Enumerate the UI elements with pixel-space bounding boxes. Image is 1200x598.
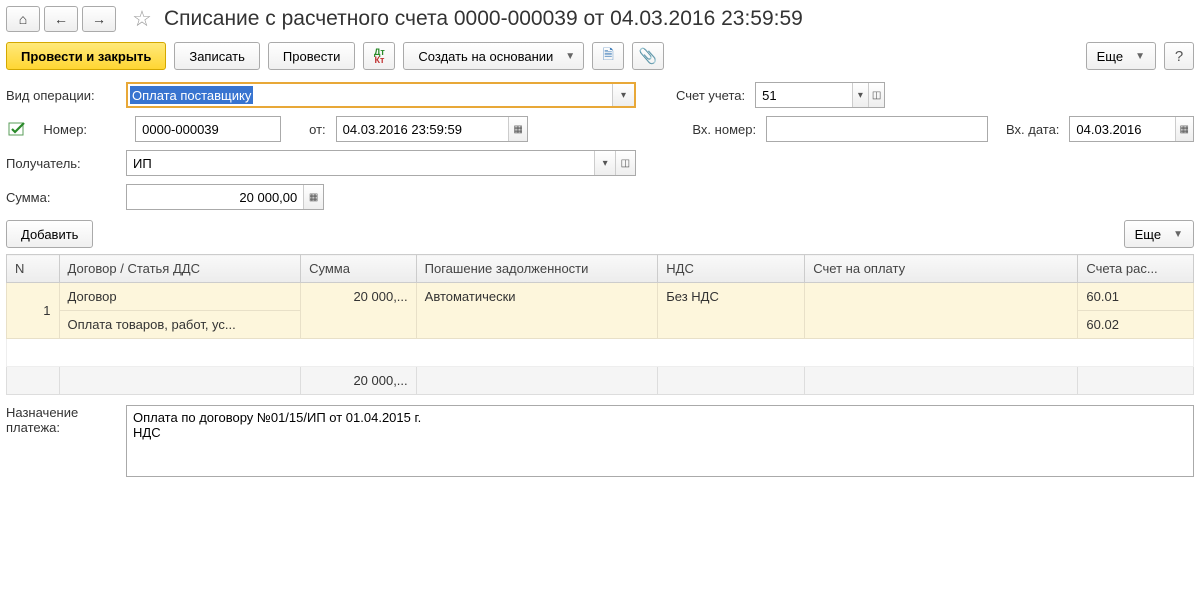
forward-button[interactable]: → bbox=[82, 6, 116, 32]
help-button[interactable]: ? bbox=[1164, 42, 1194, 70]
open-button[interactable]: ◫ bbox=[868, 83, 884, 107]
calendar-icon: ▦ bbox=[1180, 124, 1189, 135]
calendar-icon: ▦ bbox=[513, 124, 522, 135]
col-vat[interactable]: НДС bbox=[658, 255, 805, 283]
document-icon: 🗎 bbox=[603, 44, 614, 68]
cell-sum[interactable]: 20 000,... bbox=[301, 283, 417, 339]
cell-acc-top[interactable]: 60.01 bbox=[1078, 283, 1194, 311]
col-contract[interactable]: Договор / Статья ДДС bbox=[59, 255, 301, 283]
favorite-star-icon[interactable]: ☆ bbox=[130, 7, 154, 31]
account-label: Счет учета: bbox=[676, 88, 745, 103]
date-input[interactable]: ▦ bbox=[336, 116, 529, 142]
in-number-input[interactable] bbox=[766, 116, 988, 142]
chevron-down-icon: ▼ bbox=[565, 51, 575, 62]
cell-repay[interactable]: Автоматически bbox=[416, 283, 658, 339]
in-date-label: Вх. дата: bbox=[1006, 122, 1059, 137]
total-sum: 20 000,... bbox=[301, 367, 417, 395]
paperclip-icon: 📎 bbox=[639, 47, 658, 65]
chevron-down-icon: ▼ bbox=[1173, 229, 1183, 240]
dtkt-icon: ДтКт bbox=[374, 48, 385, 64]
calendar-button[interactable]: ▦ bbox=[508, 117, 528, 141]
operation-type-label: Вид операции: bbox=[6, 88, 116, 103]
chevron-down-icon: ▼ bbox=[1135, 51, 1145, 62]
payment-purpose-label: Назначение платежа: bbox=[6, 405, 116, 477]
dropdown-toggle[interactable]: ▾ bbox=[594, 151, 614, 175]
home-icon: ⌂ bbox=[19, 11, 27, 27]
in-date-input[interactable]: ▦ bbox=[1069, 116, 1194, 142]
number-label: Номер: bbox=[43, 122, 125, 137]
open-button[interactable]: ◫ bbox=[615, 151, 635, 175]
account-input[interactable]: ▾ ◫ bbox=[755, 82, 885, 108]
col-n[interactable]: N bbox=[7, 255, 60, 283]
chevron-down-icon: ▾ bbox=[858, 90, 863, 101]
col-invoice[interactable]: Счет на оплату bbox=[805, 255, 1078, 283]
more-button[interactable]: Еще ▼ bbox=[1086, 42, 1156, 70]
col-repay[interactable]: Погашение задолженности bbox=[416, 255, 658, 283]
operation-type-input[interactable]: Оплата поставщику ▾ bbox=[126, 82, 636, 108]
save-button[interactable]: Записать bbox=[174, 42, 260, 70]
back-button[interactable]: ← bbox=[44, 6, 78, 32]
number-input[interactable] bbox=[135, 116, 281, 142]
items-table: N Договор / Статья ДДС Сумма Погашение з… bbox=[6, 254, 1194, 395]
cell-invoice[interactable] bbox=[805, 283, 1078, 339]
document-button[interactable]: 🗎 bbox=[592, 42, 624, 70]
post-button[interactable]: Провести bbox=[268, 42, 356, 70]
home-button[interactable]: ⌂ bbox=[6, 6, 40, 32]
col-acc[interactable]: Счета рас... bbox=[1078, 255, 1194, 283]
cell-vat[interactable]: Без НДС bbox=[658, 283, 805, 339]
cell-contract-top[interactable]: Договор bbox=[59, 283, 301, 311]
col-sum[interactable]: Сумма bbox=[301, 255, 417, 283]
calculator-button[interactable]: ▦ bbox=[303, 185, 323, 209]
arrow-left-icon: ← bbox=[54, 11, 68, 27]
date-from-label: от: bbox=[309, 122, 326, 137]
calculator-icon: ▦ bbox=[309, 192, 318, 203]
table-totals-row: 20 000,... bbox=[7, 367, 1194, 395]
in-number-label: Вх. номер: bbox=[692, 122, 756, 137]
payment-purpose-textarea[interactable] bbox=[126, 405, 1194, 477]
page-title: Списание с расчетного счета 0000-000039 … bbox=[164, 7, 803, 31]
operation-type-value: Оплата поставщику bbox=[130, 86, 253, 104]
cell-n[interactable]: 1 bbox=[7, 283, 60, 339]
recipient-label: Получатель: bbox=[6, 156, 116, 171]
dropdown-toggle[interactable]: ▾ bbox=[852, 83, 868, 107]
recipient-input[interactable]: ▾ ◫ bbox=[126, 150, 636, 176]
table-empty-row bbox=[7, 339, 1194, 367]
add-row-button[interactable]: Добавить bbox=[6, 220, 93, 248]
status-check-icon bbox=[6, 118, 27, 140]
post-and-close-button[interactable]: Провести и закрыть bbox=[6, 42, 166, 70]
chevron-down-icon: ▾ bbox=[621, 90, 626, 101]
sum-label: Сумма: bbox=[6, 190, 116, 205]
open-icon: ◫ bbox=[872, 90, 881, 101]
open-icon: ◫ bbox=[621, 158, 630, 169]
create-based-button[interactable]: Создать на основании ▼ bbox=[403, 42, 584, 70]
cell-acc-bottom[interactable]: 60.02 bbox=[1078, 311, 1194, 339]
table-row[interactable]: 1 Договор 20 000,... Автоматически Без Н… bbox=[7, 283, 1194, 311]
dropdown-toggle[interactable]: ▾ bbox=[612, 84, 634, 106]
table-more-button[interactable]: Еще ▼ bbox=[1124, 220, 1194, 248]
sum-input[interactable]: ▦ bbox=[126, 184, 324, 210]
dtkt-button[interactable]: ДтКт bbox=[363, 42, 395, 70]
calendar-button[interactable]: ▦ bbox=[1175, 117, 1193, 141]
chevron-down-icon: ▾ bbox=[603, 158, 608, 169]
attach-button[interactable]: 📎 bbox=[632, 42, 664, 70]
cell-contract-bottom[interactable]: Оплата товаров, работ, ус... bbox=[59, 311, 301, 339]
arrow-right-icon: → bbox=[92, 11, 106, 27]
